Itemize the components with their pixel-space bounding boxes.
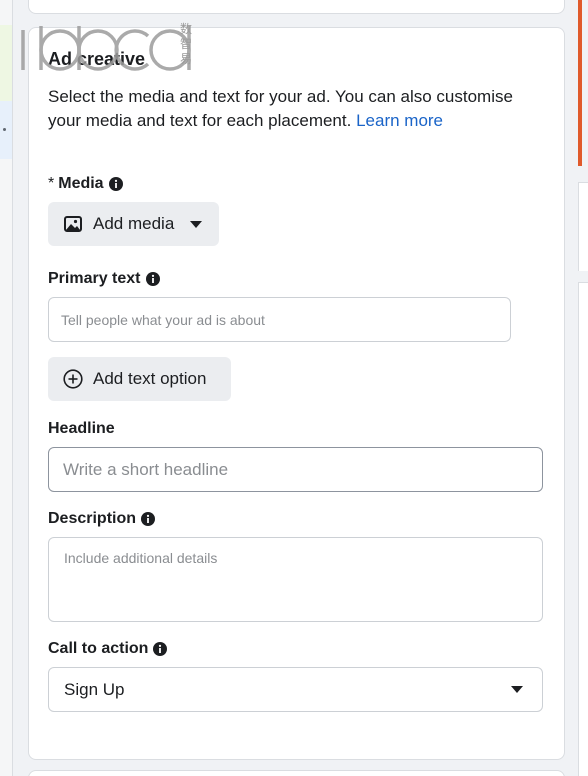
headline-placeholder: Write a short headline — [63, 460, 229, 479]
headline-label-text: Headline — [48, 420, 115, 437]
left-panel-edge — [0, 0, 13, 776]
chevron-down-icon — [511, 686, 523, 693]
required-mark: * — [48, 175, 55, 192]
previous-section-card — [28, 0, 565, 14]
section-title: Ad creative — [48, 49, 146, 69]
right-panel-card — [578, 282, 588, 776]
description-text: Select the media and text for your ad. Y… — [48, 87, 513, 130]
call-to-action-value: Sign Up — [64, 680, 125, 699]
left-panel-selected-row[interactable] — [0, 101, 12, 159]
headline-label: Headline — [48, 420, 115, 438]
right-panel-edge — [578, 0, 588, 776]
section-description: Select the media and text for your ad. Y… — [48, 85, 543, 133]
left-panel-highlight — [0, 25, 12, 101]
add-media-label: Add media — [93, 214, 175, 233]
watermark-cjk: 数智易 — [180, 22, 193, 66]
description-label-text: Description — [48, 510, 137, 527]
image-icon — [64, 216, 82, 232]
primary-text-input[interactable]: Tell people what your ad is about — [48, 297, 511, 342]
primary-text-label-text: Primary text — [48, 270, 141, 287]
primary-text-label: Primary text — [48, 270, 160, 288]
description-placeholder: Include additional details — [64, 550, 218, 566]
info-icon[interactable] — [153, 642, 168, 656]
info-icon[interactable] — [145, 272, 160, 286]
next-section-card — [28, 770, 565, 776]
bullet-icon — [3, 128, 6, 131]
description-textarea[interactable]: Include additional details — [48, 537, 543, 622]
ads-editor-panel: Ad creative 数智易 Select the media and tex… — [0, 0, 588, 776]
call-to-action-select[interactable]: Sign Up — [48, 667, 543, 712]
add-media-button[interactable]: Add media — [48, 202, 219, 246]
media-label-text: Media — [58, 175, 104, 192]
add-text-option-button[interactable]: Add text option — [48, 357, 231, 401]
right-panel-card — [578, 182, 588, 271]
primary-text-placeholder: Tell people what your ad is about — [61, 312, 265, 328]
info-icon[interactable] — [141, 512, 156, 526]
chevron-down-icon — [190, 221, 202, 228]
plus-circle-icon — [63, 369, 83, 389]
description-label: Description — [48, 510, 156, 528]
info-icon[interactable] — [108, 177, 123, 191]
media-label: * Media — [48, 175, 123, 193]
call-to-action-label: Call to action — [48, 640, 168, 658]
learn-more-link[interactable]: Learn more — [356, 111, 443, 130]
headline-input[interactable]: Write a short headline — [48, 447, 543, 492]
add-text-option-label: Add text option — [93, 369, 207, 388]
right-panel-accent — [578, 0, 582, 166]
call-to-action-label-text: Call to action — [48, 640, 149, 657]
